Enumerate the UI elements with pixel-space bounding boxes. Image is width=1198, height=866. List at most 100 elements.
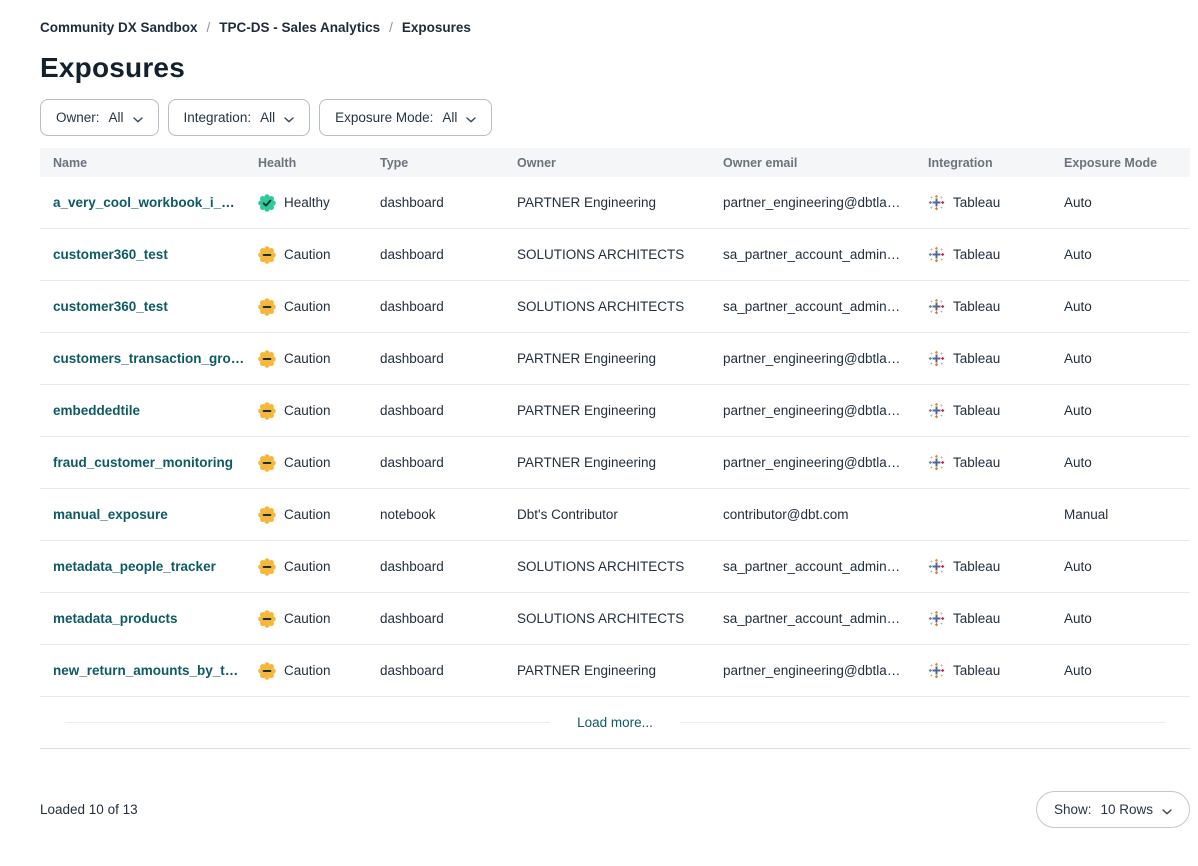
breadcrumb-separator: / xyxy=(207,20,211,35)
column-header-owner-email: Owner email xyxy=(710,156,915,170)
rows-per-page-dropdown[interactable]: Show: 10 Rows xyxy=(1036,791,1190,828)
owner-cell: PARTNER Engineering xyxy=(504,663,710,678)
type-cell: dashboard xyxy=(367,247,504,262)
tableau-icon xyxy=(928,194,945,211)
filter-bar: Owner: All Integration: All Exposure Mod… xyxy=(40,99,1190,136)
owner-email-cell: sa_partner_account_admin… xyxy=(710,611,915,626)
health-label: Caution xyxy=(284,507,331,522)
load-more-link[interactable]: Load more... xyxy=(575,715,655,730)
health-status-icon xyxy=(258,402,276,420)
integration-cell: Tableau xyxy=(915,558,1051,575)
health-cell: Caution xyxy=(245,454,367,472)
exposure-name-link[interactable]: a_very_cool_workbook_i_… xyxy=(53,195,235,210)
exposure-name-link[interactable]: new_return_amounts_by_t… xyxy=(53,663,238,678)
exposures-page: Community DX Sandbox / TPC-DS - Sales An… xyxy=(0,20,1198,828)
owner-email-cell: sa_partner_account_admin… xyxy=(710,299,915,314)
owner-cell: PARTNER Engineering xyxy=(504,403,710,418)
integration-filter-dropdown[interactable]: Integration: All xyxy=(168,99,311,136)
table-row: metadata_products xyxy=(40,593,1190,645)
breadcrumb-project[interactable]: Community DX Sandbox xyxy=(40,20,198,35)
owner-email-cell: partner_engineering@dbtla… xyxy=(710,195,915,210)
owner-email-cell: sa_partner_account_admin… xyxy=(710,247,915,262)
health-label: Caution xyxy=(284,299,331,314)
exposure-mode-filter-value: All xyxy=(442,110,457,125)
chevron-down-icon xyxy=(133,111,143,126)
integration-label: Tableau xyxy=(953,299,1000,314)
type-cell: dashboard xyxy=(367,663,504,678)
exposure-name-link[interactable]: metadata_people_tracker xyxy=(53,559,216,574)
exposure-mode-filter-dropdown[interactable]: Exposure Mode: All xyxy=(319,99,492,136)
health-label: Caution xyxy=(284,611,331,626)
owner-cell: PARTNER Engineering xyxy=(504,455,710,470)
exposure-mode-cell: Auto xyxy=(1051,247,1190,262)
health-label: Caution xyxy=(284,455,331,470)
owner-cell: SOLUTIONS ARCHITECTS xyxy=(504,299,710,314)
owner-cell: Dbt's Contributor xyxy=(504,507,710,522)
owner-filter-dropdown[interactable]: Owner: All xyxy=(40,99,159,136)
exposure-name-link[interactable]: customer360_test xyxy=(53,299,168,314)
type-cell: dashboard xyxy=(367,195,504,210)
owner-cell: SOLUTIONS ARCHITECTS xyxy=(504,611,710,626)
health-cell: Caution xyxy=(245,246,367,264)
type-cell: dashboard xyxy=(367,299,504,314)
exposure-name-link[interactable]: customers_transaction_gro… xyxy=(53,351,244,366)
name-cell: fraud_customer_monitoring xyxy=(40,455,245,470)
health-label: Caution xyxy=(284,247,331,262)
health-status-icon xyxy=(258,194,276,212)
health-cell: Caution xyxy=(245,350,367,368)
exposure-name-link[interactable]: embeddedtile xyxy=(53,403,140,418)
column-header-exposure-mode: Exposure Mode xyxy=(1051,156,1190,170)
show-value: 10 Rows xyxy=(1100,802,1153,817)
exposure-mode-cell: Auto xyxy=(1051,299,1190,314)
exposure-mode-cell: Auto xyxy=(1051,559,1190,574)
owner-cell: SOLUTIONS ARCHITECTS xyxy=(504,247,710,262)
column-header-health: Health xyxy=(245,156,367,170)
table-row: customers_transaction_gro… xyxy=(40,333,1190,385)
owner-email-cell: partner_engineering@dbtla… xyxy=(710,455,915,470)
owner-filter-value: All xyxy=(109,110,124,125)
exposure-name-link[interactable]: fraud_customer_monitoring xyxy=(53,455,233,470)
integration-filter-value: All xyxy=(260,110,275,125)
health-status-icon xyxy=(258,350,276,368)
table-row: customer360_test xyxy=(40,229,1190,281)
chevron-down-icon xyxy=(1162,803,1172,818)
column-header-owner: Owner xyxy=(504,156,710,170)
exposure-name-link[interactable]: customer360_test xyxy=(53,247,168,262)
table-row: new_return_amounts_by_t… xyxy=(40,645,1190,697)
type-cell: dashboard xyxy=(367,403,504,418)
column-header-name: Name xyxy=(40,156,245,170)
exposure-name-link[interactable]: manual_exposure xyxy=(53,507,168,522)
integration-label: Tableau xyxy=(953,663,1000,678)
type-cell: notebook xyxy=(367,507,504,522)
integration-cell: Tableau xyxy=(915,194,1051,211)
health-label: Caution xyxy=(284,351,331,366)
name-cell: manual_exposure xyxy=(40,507,245,522)
breadcrumb-separator: / xyxy=(389,20,393,35)
owner-cell: SOLUTIONS ARCHITECTS xyxy=(504,559,710,574)
exposure-mode-cell: Auto xyxy=(1051,455,1190,470)
owner-cell: PARTNER Engineering xyxy=(504,351,710,366)
tableau-icon xyxy=(928,662,945,679)
exposure-mode-cell: Auto xyxy=(1051,611,1190,626)
integration-label: Tableau xyxy=(953,611,1000,626)
tableau-icon xyxy=(928,610,945,627)
breadcrumb-environment[interactable]: TPC-DS - Sales Analytics xyxy=(219,20,380,35)
health-cell: Caution xyxy=(245,402,367,420)
breadcrumb-exposures: Exposures xyxy=(402,20,471,35)
health-label: Caution xyxy=(284,403,331,418)
integration-cell: Tableau xyxy=(915,298,1051,315)
integration-label: Tableau xyxy=(953,195,1000,210)
exposure-name-link[interactable]: metadata_products xyxy=(53,611,178,626)
health-status-icon xyxy=(258,246,276,264)
exposure-mode-cell: Auto xyxy=(1051,663,1190,678)
health-label: Healthy xyxy=(284,195,330,210)
show-label: Show: xyxy=(1054,802,1092,817)
breadcrumb: Community DX Sandbox / TPC-DS - Sales An… xyxy=(40,20,1190,35)
health-cell: Caution xyxy=(245,558,367,576)
name-cell: customer360_test xyxy=(40,299,245,314)
owner-email-cell: partner_engineering@dbtla… xyxy=(710,403,915,418)
integration-label: Tableau xyxy=(953,455,1000,470)
health-label: Caution xyxy=(284,663,331,678)
integration-cell: Tableau xyxy=(915,350,1051,367)
integration-cell: Tableau xyxy=(915,246,1051,263)
